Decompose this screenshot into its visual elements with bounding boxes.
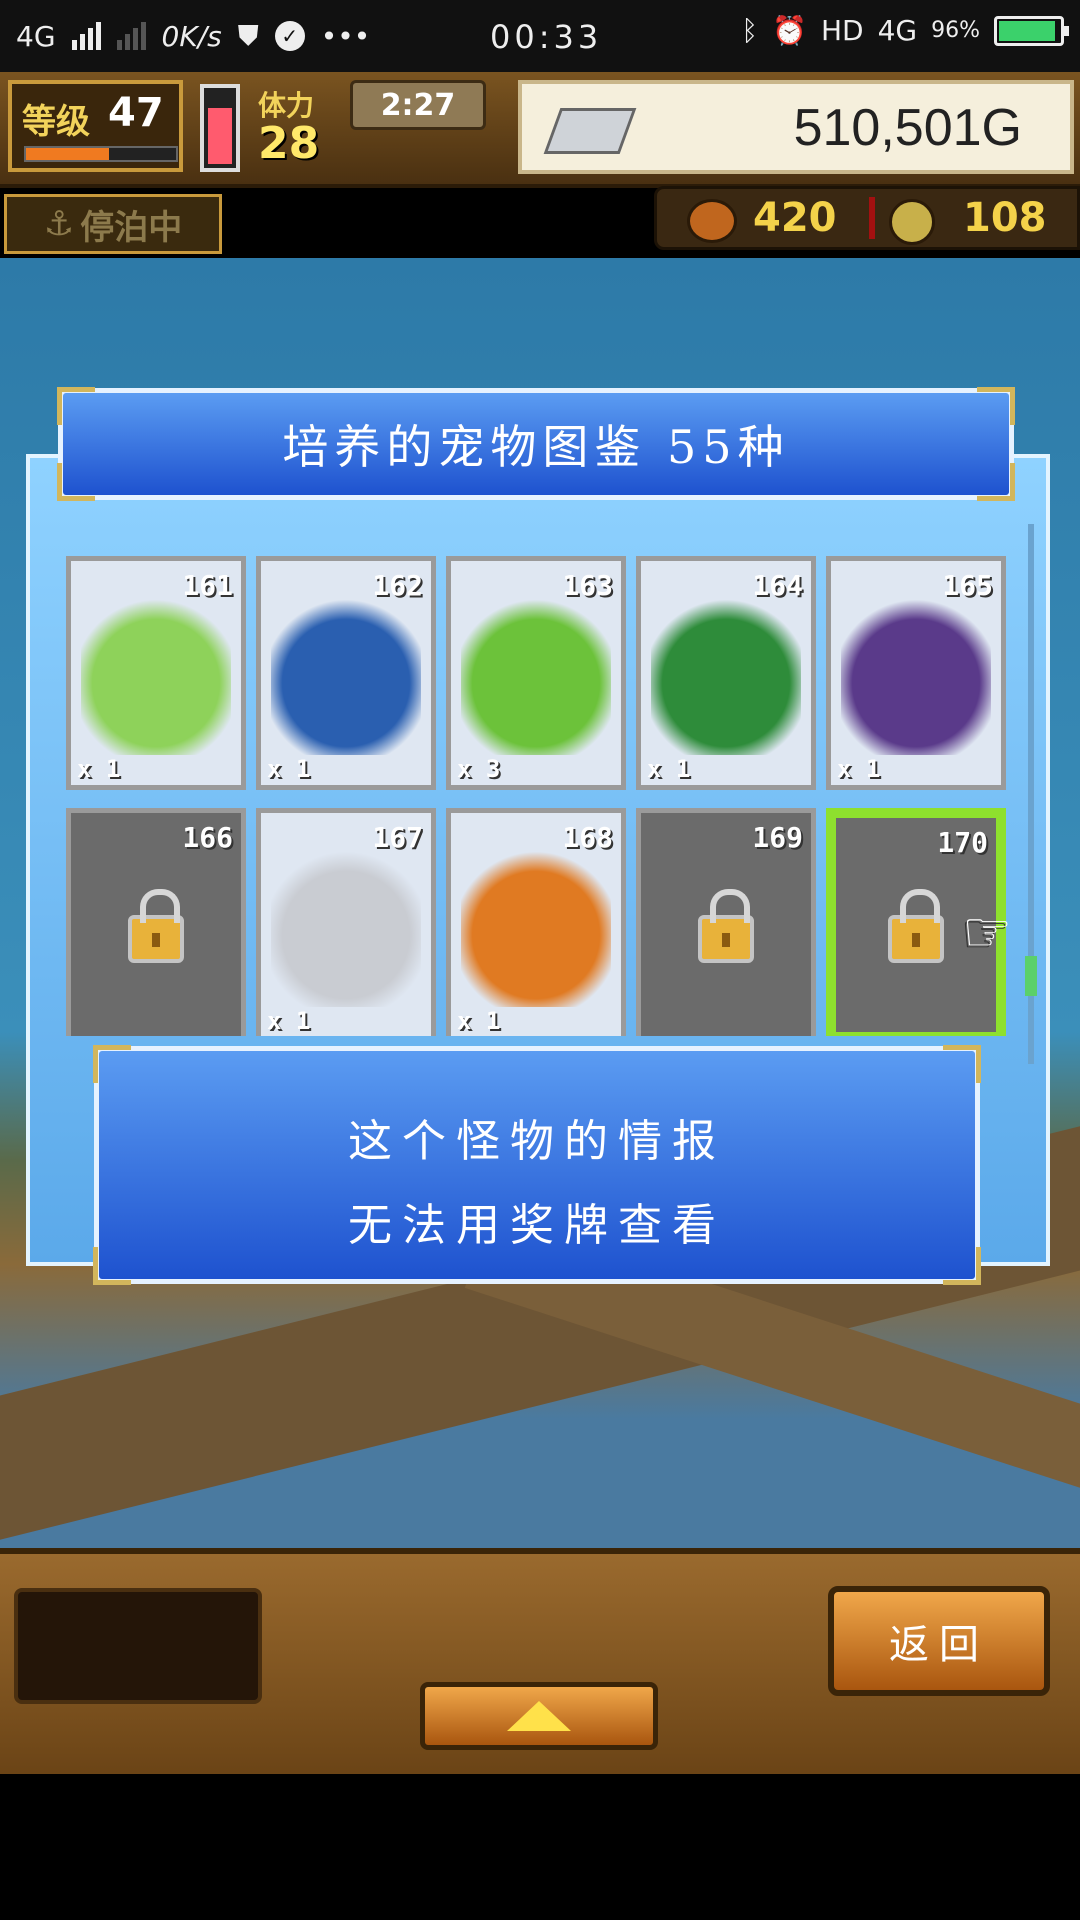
resource-divider [869, 197, 875, 239]
pointing-hand-icon: ☜ [962, 900, 1013, 965]
winged-dragon-monster-icon [651, 595, 801, 755]
pet-count: x 3 [457, 755, 501, 783]
pet-count: x 1 [267, 1007, 311, 1035]
signal-icon [71, 22, 101, 50]
more-dots-icon: ••• [320, 19, 371, 53]
lock-icon [888, 889, 944, 963]
skull-spider-monster-icon [271, 847, 421, 1007]
pet-number: 165 [942, 569, 993, 602]
dialog-title-bar: 培养的宠物图鉴 55种 [57, 387, 1015, 501]
pet-card[interactable]: 167 x 1 [256, 808, 436, 1036]
pet-card[interactable]: 169 [636, 808, 816, 1036]
back-button[interactable]: 返回 [828, 1586, 1050, 1696]
food-value: 420 [753, 195, 837, 241]
scrollbar-thumb[interactable] [1025, 956, 1037, 996]
medal-value: 108 [963, 195, 1047, 241]
anchor-label: 停泊中 [80, 207, 183, 248]
dialog-title: 培养的宠物图鉴 55种 [282, 420, 790, 474]
medal-icon [889, 199, 935, 245]
pet-count: x 1 [837, 755, 881, 783]
lock-icon [128, 889, 184, 963]
net-speed: 0K/s [161, 19, 222, 53]
battery-icon [994, 15, 1069, 46]
orange-dragon-monster-icon [461, 847, 611, 1007]
pet-number: 167 [372, 821, 423, 854]
pet-grid: 161 x 1 162 x 1 163 x 3 164 x 1 165 x 1 166 167 x 11… [66, 556, 1006, 1036]
frog-monster-icon [81, 595, 231, 755]
pet-count: x 1 [267, 755, 311, 783]
top-hud: 等级 47 体力 28 2:27 510,501G [0, 72, 1080, 188]
frame-corner [93, 1045, 131, 1083]
signal-icon-secondary [116, 22, 146, 50]
exp-bar [24, 146, 178, 162]
gold-value: 510,501G [793, 99, 1022, 157]
frame-corner [57, 463, 95, 501]
network2-label: 4G [877, 14, 918, 47]
pet-number: 166 [182, 821, 233, 854]
up-arrow-icon [507, 1701, 571, 1731]
pet-card[interactable]: 166 [66, 808, 246, 1036]
pet-card[interactable]: 168 x 1 [446, 808, 626, 1036]
pet-card[interactable]: 162 x 1 [256, 556, 436, 790]
stamina-value: 28 [258, 118, 320, 169]
stamina-timer: 2:27 [350, 80, 486, 130]
scroll-up-button[interactable] [420, 1682, 658, 1750]
pet-number: 169 [752, 821, 803, 854]
frame-corner [977, 463, 1015, 501]
status-bar: 4G 0K/s ⛊ ✓ ••• 00:33 ᛒ ⏰ HD 4G 96% [0, 0, 1080, 72]
empty-slot [14, 1588, 262, 1704]
pet-number: 170 [937, 826, 988, 859]
green-dinosaur-monster-icon [461, 595, 611, 755]
info-text-line1: 这个怪物的情报 [348, 1116, 726, 1167]
pet-number: 168 [562, 821, 613, 854]
bluetooth-icon: ᛒ [741, 14, 759, 47]
clock: 00:33 [490, 18, 603, 56]
food-icon [687, 199, 737, 243]
gold-panel: 510,501G [518, 80, 1074, 174]
pet-card[interactable]: 163 x 3 [446, 556, 626, 790]
anchor-status-button[interactable]: ⚓ 停泊中 [4, 194, 222, 254]
pet-count: x 1 [77, 755, 121, 783]
level-label: 等级 [22, 102, 90, 142]
pet-count: x 1 [647, 755, 691, 783]
hd-label: HD [820, 14, 864, 47]
pet-count: x 1 [457, 1007, 501, 1035]
pet-number: 163 [562, 569, 613, 602]
blue-bird-monster-icon [271, 595, 421, 755]
frame-corner [943, 1045, 981, 1083]
battery-percent: 96% [931, 18, 980, 43]
level-box: 等级 47 [8, 80, 183, 172]
pet-card[interactable]: 161 x 1 [66, 556, 246, 790]
info-text-line2: 无法用奖牌查看 [348, 1200, 726, 1251]
pet-number: 161 [182, 569, 233, 602]
network-label: 4G [16, 19, 56, 53]
pet-number: 164 [752, 569, 803, 602]
pet-number: 162 [372, 569, 423, 602]
lock-icon [698, 889, 754, 963]
info-box: 这个怪物的情报 无法用奖牌查看 [93, 1045, 981, 1285]
block-golem-monster-icon [841, 595, 991, 755]
anchor-icon: ⚓ [43, 204, 75, 244]
pet-card[interactable]: 164 x 1 [636, 556, 816, 790]
bottom-bar: 返回 [0, 1548, 1080, 1774]
frame-corner [57, 387, 95, 425]
frame-corner [977, 387, 1015, 425]
resource-bar: 420 108 [654, 186, 1080, 250]
check-icon: ✓ [274, 21, 305, 51]
pet-card[interactable]: 165 x 1 [826, 556, 1006, 790]
level-value: 47 [108, 90, 164, 136]
alarm-icon: ⏰ [772, 14, 807, 47]
stamina-gauge [200, 84, 240, 172]
silver-bar-icon [543, 108, 637, 154]
shield-icon: ⛊ [237, 19, 259, 52]
